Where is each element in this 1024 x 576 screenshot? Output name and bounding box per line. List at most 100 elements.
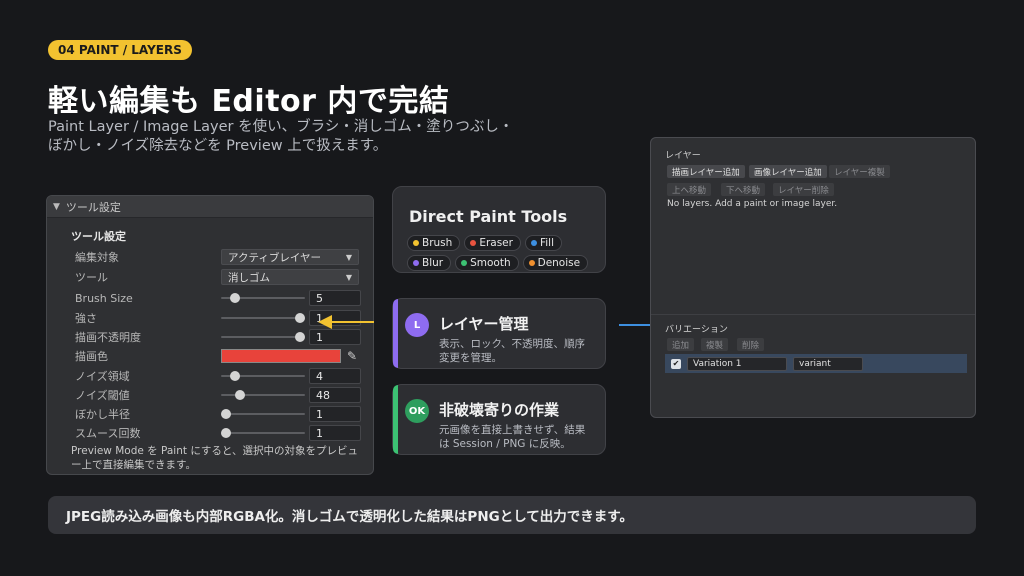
dot-icon	[470, 240, 477, 246]
feature-card-layers: L レイヤー管理 表示、ロック、不透明度、順序変更を管理。	[392, 298, 606, 369]
noise-threshold-row: ノイズ閾値 48	[75, 386, 365, 404]
chip-label: Denoise	[537, 257, 581, 269]
tool-row: ツール 消しゴム ▼	[75, 268, 365, 286]
direct-paint-tools-card: Direct Paint Tools Brush Eraser Fill Blu…	[392, 186, 606, 273]
color-swatch[interactable]	[221, 349, 341, 363]
noise-area-slider[interactable]	[221, 368, 305, 384]
slider-knob[interactable]	[221, 428, 231, 438]
tool-settings-header-label: ツール設定	[65, 200, 121, 214]
feature-card-nondestructive: OK 非破壊寄りの作業 元画像を直接上書きせず、結果は Session / PN…	[392, 384, 606, 455]
accent-bar	[393, 385, 398, 454]
dot-icon	[528, 260, 535, 266]
noise-area-row: ノイズ領域 4	[75, 367, 365, 385]
noise-area-label: ノイズ領域	[75, 370, 130, 383]
dot-icon	[530, 240, 537, 246]
chip-label: Blur	[422, 257, 444, 269]
chevron-down-icon: ▼	[345, 272, 352, 282]
brush-size-row: Brush Size 5	[75, 289, 365, 307]
slider-knob[interactable]	[295, 313, 305, 323]
add-variation-button[interactable]: 追加	[667, 338, 695, 351]
eyedropper-icon[interactable]: ✎	[347, 349, 357, 363]
duplicate-variation-button[interactable]: 複製	[701, 338, 729, 351]
variation-title: バリエーション	[665, 325, 728, 335]
chip-label: Eraser	[479, 237, 513, 249]
brush-size-input[interactable]: 5	[309, 290, 361, 306]
move-down-button[interactable]: 下へ移動	[721, 183, 766, 196]
chip-label: Fill	[539, 237, 554, 249]
tool-value: 消しゴム	[228, 271, 270, 284]
feature-desc: 元画像を直接上書きせず、結果は Session / PNG に反映。	[439, 424, 586, 450]
smooth-input[interactable]: 1	[309, 425, 361, 441]
collapse-triangle-icon[interactable]: ▼	[53, 202, 60, 212]
blur-radius-label: ぼかし半径	[75, 408, 130, 421]
layer-icon: L	[405, 313, 429, 337]
ok-icon: OK	[405, 399, 429, 423]
tool-settings-panel: ▼ ツール設定 ツール設定 編集対象 アクティブレイヤー ▼ ツール 消しゴム …	[46, 195, 374, 475]
chip-blur: Blur	[407, 255, 452, 271]
tool-settings-section-title: ツール設定	[71, 230, 126, 243]
smooth-label: スムース回数	[75, 427, 141, 440]
direct-paint-title: Direct Paint Tools	[409, 207, 568, 226]
accent-bar	[393, 299, 398, 368]
slider-knob[interactable]	[229, 371, 240, 381]
empty-layers-message: No layers. Add a paint or image layer.	[667, 199, 838, 209]
feature-desc: 表示、ロック、不透明度、順序変更を管理。	[439, 338, 586, 364]
chevron-down-icon: ▼	[345, 252, 352, 262]
noise-threshold-label: ノイズ閾値	[75, 389, 130, 402]
page-subtitle: Paint Layer / Image Layer を使い、ブラシ・消しゴム・塗…	[48, 119, 514, 154]
chip-label: Smooth	[470, 257, 511, 269]
brush-size-slider[interactable]	[221, 290, 305, 306]
chip-eraser: Eraser	[464, 235, 521, 251]
feature-title: レイヤー管理	[439, 315, 529, 333]
brush-size-label: Brush Size	[75, 291, 133, 305]
check-icon[interactable]: ✔	[671, 358, 681, 369]
variation-row[interactable]: ✔ Variation 1 variant	[665, 354, 967, 373]
slider-knob[interactable]	[221, 409, 231, 419]
smooth-slider[interactable]	[221, 425, 305, 441]
color-row: 描画色 ✎	[75, 347, 365, 365]
chip-denoise: Denoise	[522, 255, 589, 271]
color-label: 描画色	[75, 350, 108, 363]
target-label: 編集対象	[75, 251, 119, 264]
strength-slider[interactable]	[221, 310, 305, 326]
chip-label: Brush	[422, 237, 453, 249]
target-dropdown[interactable]: アクティブレイヤー ▼	[221, 249, 359, 265]
slider-knob[interactable]	[235, 390, 246, 400]
noise-area-input[interactable]: 4	[309, 368, 361, 384]
feature-title: 非破壊寄りの作業	[439, 401, 560, 419]
slider-knob[interactable]	[295, 332, 305, 342]
delete-layer-button[interactable]: レイヤー削除	[773, 183, 834, 196]
slider-knob[interactable]	[229, 293, 240, 303]
add-image-layer-button[interactable]: 画像レイヤー追加	[749, 165, 827, 178]
layer-panel-title: レイヤー	[665, 151, 701, 161]
noise-threshold-input[interactable]: 48	[309, 387, 361, 403]
duplicate-layer-button[interactable]: レイヤー複製	[829, 165, 890, 178]
dot-icon	[413, 240, 419, 246]
opacity-label: 描画不透明度	[75, 331, 141, 344]
variation-id-field[interactable]: variant	[793, 356, 863, 371]
strength-label: 強さ	[75, 312, 97, 325]
target-row: 編集対象 アクティブレイヤー ▼	[75, 248, 365, 266]
add-paint-layer-button[interactable]: 描画レイヤー追加	[667, 165, 745, 178]
tool-label: ツール	[75, 271, 108, 284]
smooth-row: スムース回数 1	[75, 424, 365, 442]
move-up-button[interactable]: 上へ移動	[667, 183, 712, 196]
tool-chips: Brush Eraser Fill Blur Smooth Denoise	[407, 235, 597, 271]
noise-threshold-slider[interactable]	[221, 387, 305, 403]
chip-fill: Fill	[524, 235, 562, 251]
blur-radius-row: ぼかし半径 1	[75, 405, 365, 423]
tool-settings-header[interactable]: ▼ ツール設定	[47, 196, 373, 218]
variation-name-field[interactable]: Variation 1	[687, 356, 787, 371]
tool-settings-footer: Preview Mode を Paint にすると、選択中の対象をプレビュー上で…	[71, 445, 358, 471]
layer-panel: レイヤー 描画レイヤー追加 画像レイヤー追加 レイヤー複製 上へ移動 下へ移動 …	[650, 137, 976, 418]
delete-variation-button[interactable]: 削除	[737, 338, 765, 351]
chip-brush: Brush	[407, 235, 461, 251]
chip-smooth: Smooth	[455, 255, 519, 271]
blur-radius-slider[interactable]	[221, 406, 305, 422]
opacity-slider[interactable]	[221, 329, 305, 345]
target-value: アクティブレイヤー	[228, 251, 322, 264]
divider	[651, 314, 975, 315]
blur-radius-input[interactable]: 1	[309, 406, 361, 422]
dot-icon	[413, 260, 419, 266]
tool-dropdown[interactable]: 消しゴム ▼	[221, 269, 359, 285]
